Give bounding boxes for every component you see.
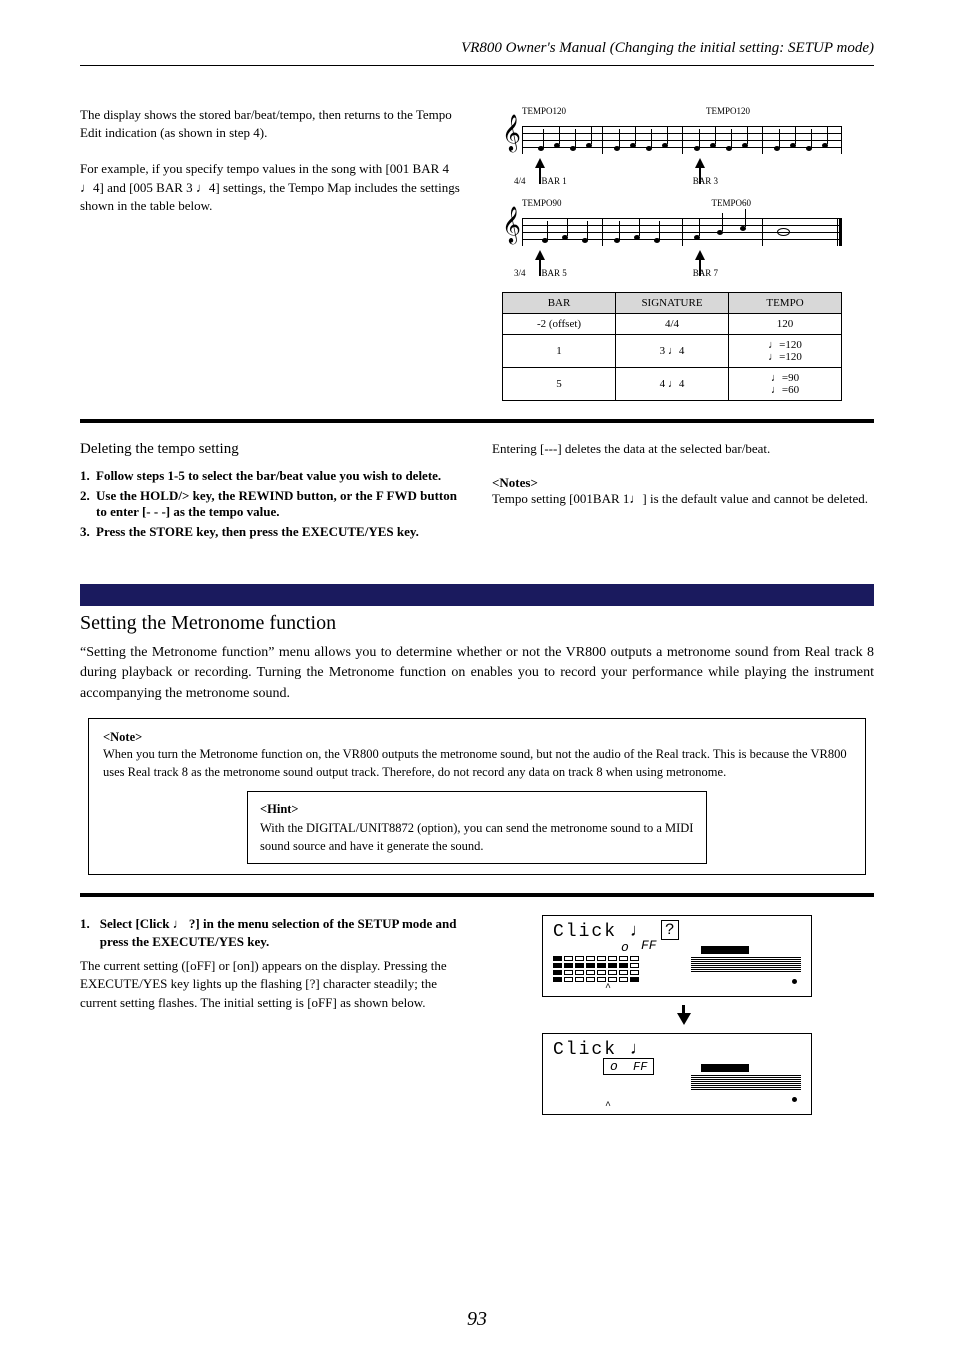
notation-label-ts44: 4/4 — [514, 176, 526, 186]
td-r1-bar: -2 (offset) — [503, 314, 616, 335]
td-r3-tempo: ♩=90♩=60 — [729, 368, 842, 401]
metronome-title: Setting the Metronome function — [80, 612, 874, 635]
metronome-hint-box: <Hint> With the DIGITAL/UNIT8872 (option… — [247, 791, 707, 863]
delete-note: <Notes> Tempo setting [001BAR 1♩] is the… — [492, 475, 874, 507]
bullet-3: 3. — [80, 524, 88, 540]
music-notation-1: 𝄞 — [502, 116, 842, 176]
th-bar: BAR — [503, 293, 616, 314]
td-r2-bar: 1 — [503, 335, 616, 368]
delete-title: Deleting the tempo setting — [80, 441, 462, 458]
delete-right-text: Entering [---] deletes the data at the s… — [492, 441, 874, 457]
td-r3-sig: 4 ♩4 — [616, 368, 729, 401]
delete-step-2: Use the HOLD/> key, the REWIND button, o… — [96, 488, 462, 520]
caret-icon: ^ — [605, 983, 611, 994]
delete-step-1: Follow steps 1-5 to select the bar/beat … — [96, 468, 441, 484]
notation-label-bar3: BAR 3 — [693, 176, 718, 186]
notation-label-t60: TEMPO60 — [712, 198, 752, 208]
td-r3-bar: 5 — [503, 368, 616, 401]
delete-step-3: Press the STORE key, then press the EXEC… — [96, 524, 419, 540]
step-1-num: 1. — [80, 915, 90, 951]
td-r2-sig: 3 ♩4 — [616, 335, 729, 368]
th-tempo: TEMPO — [729, 293, 842, 314]
caret-icon-2: ^ — [605, 1101, 611, 1112]
notation-label-bar7: BAR 7 — [693, 268, 718, 278]
td-r1-sig: 4/4 — [616, 314, 729, 335]
lcd-display-2: Click ♩ o FF ^ — [542, 1033, 812, 1115]
notation-label-ts34: 3/4 — [514, 268, 526, 278]
music-notation-2: 𝄞 — [502, 208, 842, 268]
bullet-1: 1. — [80, 468, 88, 484]
notation-label-t120a: TEMPO120 — [522, 106, 566, 116]
td-r1-tempo: 120 — [729, 314, 842, 335]
notation-label-t90: TEMPO90 — [522, 198, 562, 208]
lcd-display-1: Click ♩ ? o FF ^ — [542, 915, 812, 997]
page-number: 93 — [0, 1308, 954, 1331]
tempo-table: BAR SIGNATURE TEMPO -2 (offset) 4/4 120 … — [502, 292, 842, 401]
notation-label-t120b: TEMPO120 — [706, 106, 750, 116]
tempo-para-2: For example, if you specify tempo values… — [80, 160, 462, 215]
metronome-note-box: <Note> When you turn the Metronome funct… — [88, 718, 866, 875]
th-sig: SIGNATURE — [616, 293, 729, 314]
step-1-body: The current setting ([oFF] or [on]) appe… — [80, 957, 462, 1012]
bullet-2: 2. — [80, 488, 88, 520]
page-header: VR800 Owner's Manual (Changing the initi… — [80, 40, 874, 63]
notation-label-bar5: BAR 5 — [542, 268, 567, 278]
metronome-desc: “Setting the Metronome function” menu al… — [80, 643, 874, 704]
td-r2-tempo: ♩=120♩=120 — [729, 335, 842, 368]
tempo-para-1: The display shows the stored bar/beat/te… — [80, 106, 462, 142]
step-1-title: Select [Click ♩ ?] in the menu selection… — [100, 915, 462, 951]
notation-label-bar1: BAR 1 — [542, 176, 567, 186]
